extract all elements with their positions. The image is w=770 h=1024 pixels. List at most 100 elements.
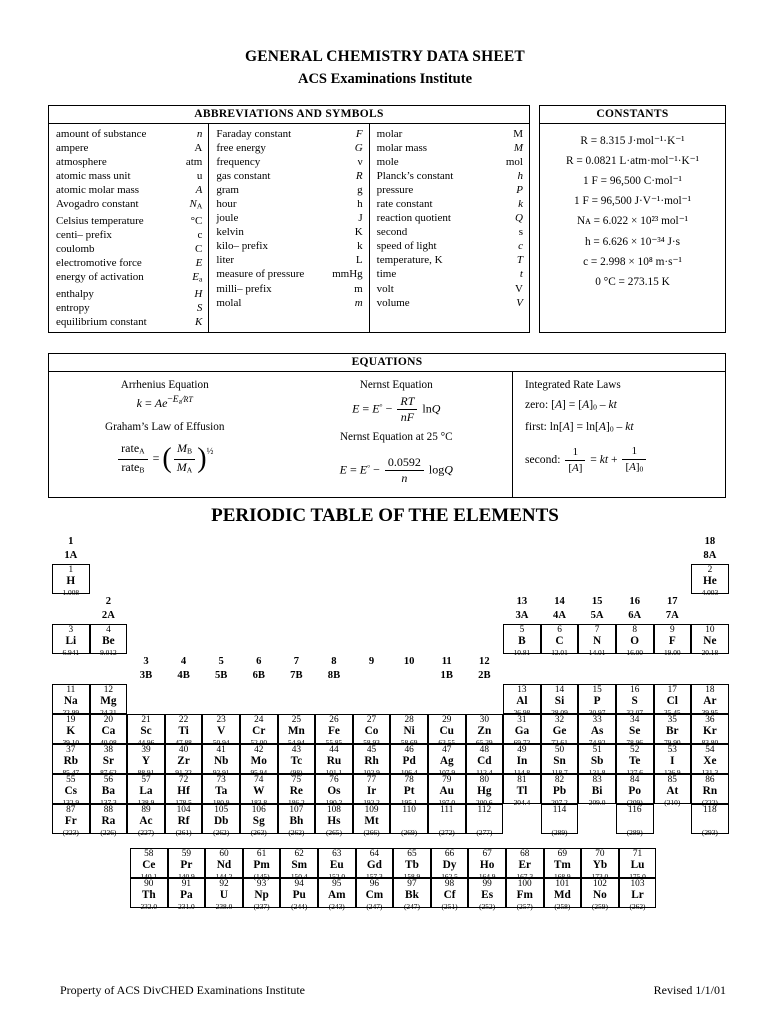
element-cell-B[interactable]: 5 B 10.81 (503, 623, 541, 657)
element-cell-Os[interactable]: 76 Os 190.2 (315, 773, 353, 807)
element-cell-Cd[interactable]: 48 Cd 112.4 (465, 743, 504, 777)
element-cell-Al[interactable]: 13 Al 26.98 (503, 683, 541, 717)
element-cell-Ce[interactable]: 58 Ce 140.1 (130, 847, 168, 881)
element-cell-Db[interactable]: 105 Db (262) (202, 803, 240, 837)
element-cell-Pt[interactable]: 78 Pt 195.1 (390, 773, 428, 807)
element-cell-Sg[interactable]: 106 Sg (263) (239, 803, 278, 837)
element-cell-Re[interactable]: 75 Re 186.2 (277, 773, 316, 807)
element-cell-Tb[interactable]: 65 Tb 158.9 (393, 847, 431, 881)
element-cell-S[interactable]: 16 S 32.07 (615, 683, 654, 717)
element-cell-F[interactable]: 9 F 19.00 (653, 623, 692, 657)
element-cell-I[interactable]: 53 I 126.9 (653, 743, 692, 777)
element-cell-Cr[interactable]: 24 Cr 52.00 (239, 713, 278, 747)
element-cell-Br[interactable]: 35 Br 79.90 (653, 713, 692, 747)
element-cell-Hs[interactable]: 108 Hs (265) (315, 803, 353, 837)
element-cell-No[interactable]: 102 No (259) (581, 877, 619, 911)
element-cell-Co[interactable]: 27 Co 58.93 (352, 713, 391, 747)
element-cell-Te[interactable]: 52 Te 127.6 (615, 743, 654, 777)
element-cell-Li[interactable]: 3 Li 6.941 (52, 623, 90, 657)
element-cell-Eu[interactable]: 63 Eu 152.0 (317, 847, 356, 881)
element-cell-Hf[interactable]: 72 Hf 178.5 (164, 773, 203, 807)
element-cell-Rb[interactable]: 37 Rb 85.47 (52, 743, 90, 777)
element-cell-La[interactable]: 57 La 138.9 (127, 773, 165, 807)
element-cell-Zr[interactable]: 40 Zr 91.22 (164, 743, 203, 777)
element-cell-Cu[interactable]: 29 Cu 63.55 (427, 713, 466, 747)
element-cell-Bk[interactable]: 97 Bk (247) (393, 877, 431, 911)
element-cell-Se[interactable]: 34 Se 78.96 (615, 713, 654, 747)
element-cell-Ir[interactable]: 77 Ir 192.2 (352, 773, 391, 807)
element-cell-Ru[interactable]: 44 Ru 101.1 (315, 743, 353, 777)
element-cell-U[interactable]: 92 U 238.0 (205, 877, 243, 911)
element-cell-Ba[interactable]: 56 Ba 137.3 (89, 773, 128, 807)
element-cell-Tm[interactable]: 69 Tm 168.9 (543, 847, 582, 881)
element-cell-O[interactable]: 8 O 16.00 (615, 623, 654, 657)
element-cell-Tl[interactable]: 81 Tl 204.4 (503, 773, 541, 807)
element-cell-Nb[interactable]: 41 Nb 92.91 (202, 743, 240, 777)
element-cell-Bh[interactable]: 107 Bh (262) (277, 803, 316, 837)
element-cell-Sc[interactable]: 21 Sc 44.96 (127, 713, 165, 747)
element-cell-Si[interactable]: 14 Si 28.09 (540, 683, 579, 717)
element-cell-Rh[interactable]: 45 Rh 102.9 (352, 743, 391, 777)
element-cell-P[interactable]: 15 P 30.97 (578, 683, 616, 717)
element-cell-110[interactable]: 110 (269) (390, 803, 428, 837)
element-cell-K[interactable]: 19 K 39.10 (52, 713, 90, 747)
element-cell-C[interactable]: 6 C 12.01 (540, 623, 579, 657)
element-cell-Cs[interactable]: 55 Cs 132.9 (52, 773, 90, 807)
element-cell-In[interactable]: 49 In 114.8 (503, 743, 541, 777)
element-cell-Mt[interactable]: 109 Mt (266) (352, 803, 391, 837)
element-cell-W[interactable]: 74 W 183.8 (239, 773, 278, 807)
element-cell-Kr[interactable]: 36 Kr 83.80 (691, 713, 729, 747)
element-cell-Sm[interactable]: 62 Sm 150.4 (280, 847, 318, 881)
element-cell-112[interactable]: 112 (277) (465, 803, 504, 837)
element-cell-Ti[interactable]: 22 Ti 47.88 (164, 713, 203, 747)
element-cell-Ge[interactable]: 32 Ge 72.61 (540, 713, 579, 747)
element-cell-Nd[interactable]: 60 Nd 144.2 (205, 847, 243, 881)
element-cell-Pa[interactable]: 91 Pa 231.0 (167, 877, 206, 911)
element-cell-Tc[interactable]: 43 Tc (98) (277, 743, 316, 777)
element-cell-Np[interactable]: 93 Np (237) (242, 877, 281, 911)
element-cell-Sr[interactable]: 38 Sr 87.62 (89, 743, 128, 777)
element-cell-Fm[interactable]: 100 Fm (257) (505, 877, 544, 911)
element-cell-Gd[interactable]: 64 Gd 157.3 (355, 847, 394, 881)
element-cell-Fe[interactable]: 26 Fe 55.85 (315, 713, 353, 747)
element-cell-Zn[interactable]: 30 Zn 65.39 (465, 713, 504, 747)
element-cell-At[interactable]: 85 At (210) (653, 773, 692, 807)
element-cell-Fr[interactable]: 87 Fr (223) (52, 803, 90, 837)
element-cell-As[interactable]: 33 As 74.92 (578, 713, 616, 747)
element-cell-Sn[interactable]: 50 Sn 118.7 (540, 743, 579, 777)
element-cell-Rf[interactable]: 104 Rf (261) (164, 803, 203, 837)
element-cell-Ga[interactable]: 31 Ga 69.72 (503, 713, 541, 747)
element-cell-Ra[interactable]: 88 Ra (226) (89, 803, 128, 837)
element-cell-Ag[interactable]: 47 Ag 107.9 (427, 743, 466, 777)
element-cell-Pd[interactable]: 46 Pd 106.4 (390, 743, 428, 777)
element-cell-118[interactable]: 118 (293) (691, 803, 729, 837)
element-cell-Ne[interactable]: 10 Ne 20.18 (691, 623, 729, 657)
element-cell-N[interactable]: 7 N 14.01 (578, 623, 616, 657)
element-cell-Th[interactable]: 90 Th 232.0 (130, 877, 168, 911)
element-cell-Ca[interactable]: 20 Ca 40.08 (89, 713, 128, 747)
element-cell-Ta[interactable]: 73 Ta 180.9 (202, 773, 240, 807)
element-cell-Cf[interactable]: 98 Cf (251) (430, 877, 469, 911)
element-cell-V[interactable]: 23 V 50.94 (202, 713, 240, 747)
element-cell-Pu[interactable]: 94 Pu (244) (280, 877, 318, 911)
element-cell-114[interactable]: 114 (289) (540, 803, 579, 837)
element-cell-Dy[interactable]: 66 Dy 162.5 (430, 847, 469, 881)
element-cell-Na[interactable]: 11 Na 22.99 (52, 683, 90, 717)
element-cell-Ar[interactable]: 18 Ar 39.95 (691, 683, 729, 717)
element-cell-Yb[interactable]: 70 Yb 173.0 (581, 847, 619, 881)
element-cell-Pr[interactable]: 59 Pr 140.9 (167, 847, 206, 881)
element-cell-Y[interactable]: 39 Y 88.91 (127, 743, 165, 777)
element-cell-Au[interactable]: 79 Au 197.0 (427, 773, 466, 807)
element-cell-Po[interactable]: 84 Po (209) (615, 773, 654, 807)
element-cell-Be[interactable]: 4 Be 9.012 (89, 623, 128, 657)
element-cell-Am[interactable]: 95 Am (243) (317, 877, 356, 911)
element-cell-Pm[interactable]: 61 Pm (145) (242, 847, 281, 881)
element-cell-Es[interactable]: 99 Es (252) (468, 877, 506, 911)
element-cell-Lr[interactable]: 103 Lr (262) (618, 877, 657, 911)
element-cell-Cm[interactable]: 96 Cm (247) (355, 877, 394, 911)
element-cell-111[interactable]: 111 (272) (427, 803, 466, 837)
element-cell-Rn[interactable]: 86 Rn (222) (691, 773, 729, 807)
element-cell-116[interactable]: 116 (289) (615, 803, 654, 837)
element-cell-Hg[interactable]: 80 Hg 200.6 (465, 773, 504, 807)
element-cell-Mo[interactable]: 42 Mo 95.94 (239, 743, 278, 777)
